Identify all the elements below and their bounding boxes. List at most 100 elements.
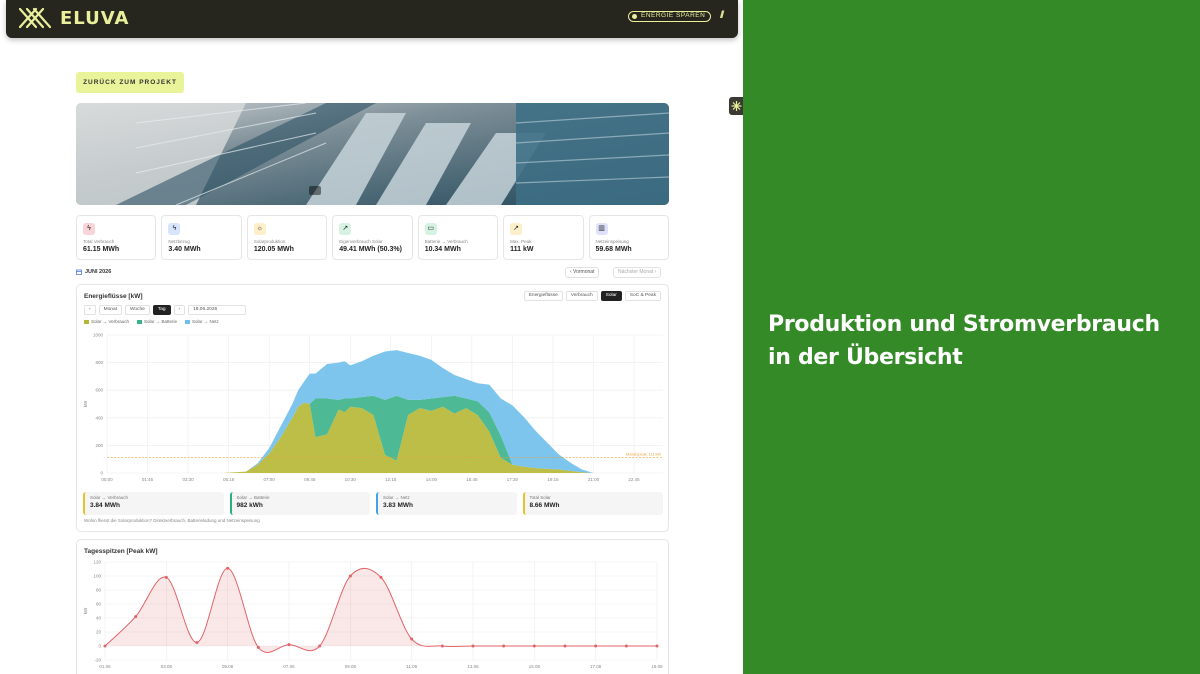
energy-saving-badge[interactable]: ENERGIE SPAREN [628, 11, 712, 22]
x-tick-label: 15:45 [466, 477, 478, 482]
energy-flows-chart: 0 200 400 600 800 1000 00:00 01:45 03:30 05:15 07:… [83, 333, 663, 482]
plug-icon: ϟ [83, 223, 95, 235]
x-tick-label: 07.06 [283, 664, 295, 669]
legend-item[interactable]: Solar → Verbrauch [84, 319, 129, 324]
camera-icon [309, 186, 321, 195]
calendar-icon [76, 269, 82, 275]
summary-label: Solar → Netz [383, 495, 410, 500]
y-tick-label: 1000 [93, 333, 104, 338]
peak-point[interactable] [256, 645, 260, 649]
month-navigation: JUNI 2026 ‹ Vormonat Nächster Monat › [76, 267, 669, 279]
peak-point[interactable] [502, 644, 506, 648]
peak-point[interactable] [287, 643, 291, 647]
summary-value: 8.66 MWh [529, 502, 560, 509]
legend-label: Solar → Verbrauch [91, 319, 130, 324]
x-tick-label: 05:15 [223, 477, 235, 482]
solar-summary-item: Solar → Verbrauch 3.84 MWh [83, 492, 224, 515]
back-to-project-button[interactable]: ZURÜCK ZUM PROJEKT [76, 72, 184, 93]
kpi-value: 111 kW [510, 246, 534, 253]
legend-item[interactable]: Solar → Netz [185, 319, 219, 324]
peak-point[interactable] [563, 644, 567, 648]
peak-point[interactable] [226, 566, 230, 570]
peak-point[interactable] [624, 644, 628, 648]
y-tick-label: 40 [96, 616, 102, 621]
period-prev-button[interactable]: ‹ [84, 305, 96, 315]
y-tick-label: 0 [100, 471, 103, 476]
peak-point[interactable] [318, 644, 322, 648]
promo-headline: Produktion und Stromverbrauch in der Übe… [768, 308, 1188, 374]
legend-swatch [84, 319, 89, 324]
peak-point[interactable] [195, 641, 199, 644]
daily-peaks-card: Tagesspitzen [Peak kW] -20 0 20 40 60 80 100 12… [76, 539, 669, 674]
peak-point[interactable] [655, 644, 659, 648]
next-month-button[interactable]: Nächster Monat › [613, 267, 662, 278]
sun-widget-icon [731, 101, 742, 111]
y-tick-label: 100 [93, 574, 101, 579]
kpi-value: 10.34 MWh [424, 246, 461, 253]
x-tick-label: 15.06 [529, 664, 541, 669]
period-next-button[interactable]: › [173, 305, 186, 315]
x-tick-label: 08:45 [304, 477, 316, 482]
solar-summary-item: Solar → Netz 3.83 MWh [376, 492, 517, 515]
peak-point[interactable] [410, 637, 414, 641]
kpi-label: Max. Peak [510, 239, 532, 244]
peak-point[interactable] [103, 644, 107, 648]
kpi-card: ☼ Solarproduktion 120.05 MWh [246, 215, 328, 260]
brand-logo[interactable]: ELUVA [18, 6, 129, 30]
legend-item[interactable]: Solar → Batterie [137, 319, 177, 324]
period-day-button[interactable]: Tag [152, 305, 171, 315]
peak-point[interactable] [471, 644, 475, 648]
sun-icon: ☼ [253, 223, 266, 235]
x-tick-label: 03:30 [182, 477, 194, 482]
chart-icon: ▥ [595, 223, 608, 235]
daily-peaks-title: Tagesspitzen [Peak kW] [84, 548, 158, 555]
tab-energieflusse[interactable]: Energieflüsse [523, 291, 563, 301]
summary-value: 3.84 MWh [90, 502, 120, 509]
y-tick-label: 600 [95, 388, 103, 393]
daily-peaks-chart: -20 0 20 40 60 80 100 120 01.06 03.06 05.06 07.06 09… [83, 560, 663, 670]
peak-point[interactable] [532, 644, 536, 648]
summary-value: 982 kWh [236, 502, 263, 509]
kpi-value: 61.15 MWh [83, 246, 120, 253]
eluva-logo-icon [18, 7, 52, 29]
x-tick-label: 01.06 [99, 664, 111, 669]
tab-soc-peak[interactable]: SoC & Peak [624, 291, 661, 301]
x-tick-label: 05.06 [222, 664, 234, 669]
tab-verbrauch[interactable]: Verbrauch [565, 291, 598, 301]
previous-month-button[interactable]: ‹ Vormonat [565, 267, 600, 278]
kpi-value: 59.68 MWh [595, 246, 632, 253]
kpi-label: Netzeinspeisung [595, 239, 629, 244]
promo-line-2: in der Übersicht [768, 345, 963, 370]
x-tick-label: 00:00 [101, 477, 113, 482]
badge-dot-icon [632, 13, 637, 19]
legend-swatch [137, 319, 143, 324]
peak-point[interactable] [134, 615, 138, 619]
date-input[interactable]: 18.06.2026 [188, 305, 247, 315]
tab-solar[interactable]: Solar [600, 291, 622, 301]
period-week-button[interactable]: Woche [124, 305, 150, 315]
y-tick-label: 60 [96, 602, 102, 607]
legend-label: Solar → Batterie [144, 319, 178, 324]
peak-point[interactable] [594, 644, 598, 648]
side-widget-tab[interactable] [729, 97, 744, 115]
y-tick-label: 800 [95, 360, 103, 365]
legend-swatch [185, 319, 191, 324]
current-month-label: JUNI 2026 [85, 269, 112, 275]
peak-point[interactable] [164, 575, 168, 579]
x-tick-label: 19:15 [547, 477, 559, 482]
y-axis-label: kW [83, 400, 88, 407]
peak-point[interactable] [348, 574, 352, 578]
top-navigation-bar: ELUVA ENERGIE SPAREN /// [6, 0, 738, 38]
kpi-label: Netzbezug [168, 239, 190, 244]
kpi-card: ▭ Batterie → Verbrauch 10.34 MWh [417, 215, 499, 260]
peak-point[interactable] [379, 575, 383, 579]
kpi-card: ↗ Max. Peak 111 kW [503, 215, 584, 260]
grid-icon: ϟ [168, 223, 181, 235]
solar-summary-item: Solar → Batterie 982 kWh [229, 492, 370, 515]
period-month-button[interactable]: Monat [98, 305, 122, 315]
peak-annotation: Monatspeak: 111 kW [626, 453, 662, 457]
y-tick-label: 20 [96, 630, 102, 635]
period-selector: ‹ Monat Woche Tag › 18.06.2026 [84, 305, 247, 315]
peak-point[interactable] [440, 644, 444, 648]
slashes-icon: /// [720, 10, 725, 21]
